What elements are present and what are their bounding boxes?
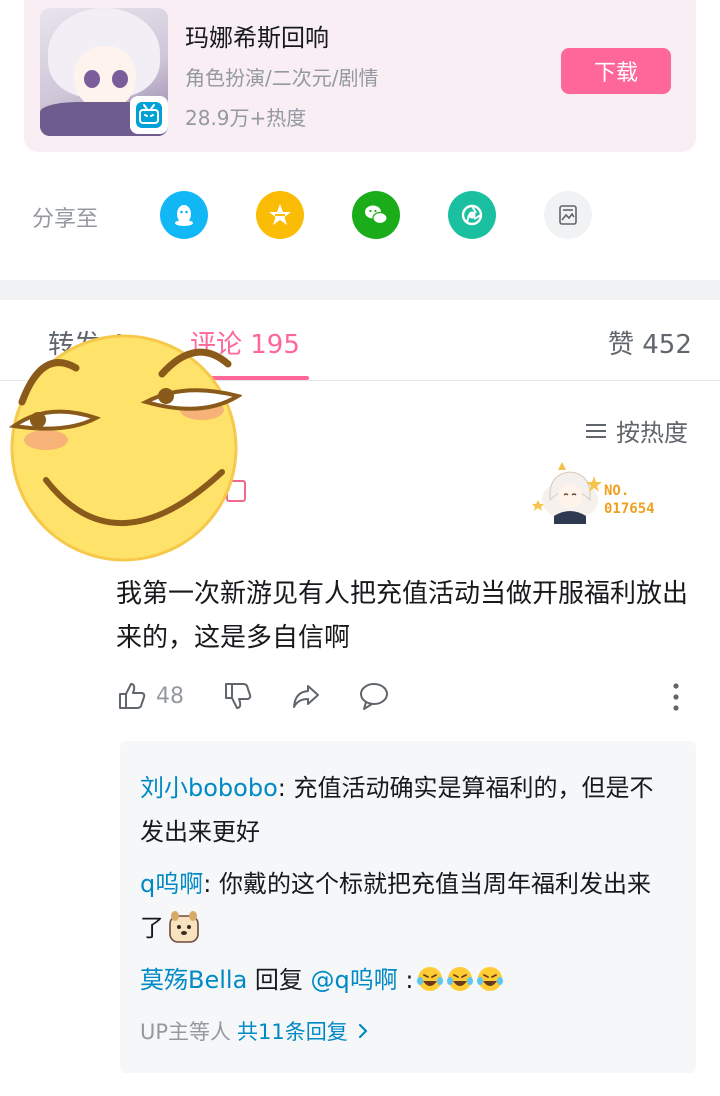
game-title[interactable]: 玛娜希斯回响 — [185, 18, 329, 53]
reply-text: : 你戴的这个标就把充值当周年福利发出来了 — [140, 870, 651, 942]
sort-label: 按热度 — [616, 419, 688, 447]
qzone-icon[interactable] — [256, 191, 304, 239]
thumbs-down-icon — [225, 683, 252, 709]
reply-item[interactable]: 刘小bobobo: 充值活动确实是算福利的，但是不发出来更好 — [140, 766, 670, 854]
grinning-sticker-icon — [8, 334, 242, 562]
like-button[interactable]: 48 — [116, 680, 184, 712]
reply-text: : — [397, 966, 414, 994]
share-comment-button[interactable] — [290, 680, 322, 712]
dog-emoji-icon — [169, 911, 199, 943]
bilibili-tv-icon — [130, 96, 168, 134]
chevron-right-icon — [358, 1023, 367, 1039]
game-heat: 28.9万+热度 — [185, 106, 307, 130]
dislike-button[interactable] — [222, 680, 254, 712]
share-label: 分享至 — [32, 207, 99, 232]
fan-badge-number: NO. 017654 — [604, 483, 655, 517]
reply-username[interactable]: q呜啊 — [140, 870, 203, 898]
reply-username[interactable]: 刘小bobobo — [140, 774, 278, 802]
reply-prefix: 回复 — [247, 966, 311, 994]
laughing-tears-emoji-icon — [416, 967, 443, 991]
share-arrow-icon — [293, 685, 319, 708]
more-replies-link[interactable]: UP主等人 共11条回复 — [140, 1016, 372, 1046]
thumbs-up-icon — [119, 683, 146, 709]
comment-text: 我第一次新游见有人把充值活动当做开服福利放出来的，这是多自信啊 — [116, 579, 689, 653]
download-button[interactable]: 下载 — [561, 48, 671, 94]
qq-icon[interactable] — [160, 191, 208, 239]
tab-likes[interactable]: 赞 452 — [608, 324, 692, 361]
comment-bubble-icon — [360, 683, 388, 710]
reply-item[interactable]: 莫殇Bella 回复 @q呜啊 : — [140, 958, 670, 1002]
wechat-icon[interactable] — [352, 191, 400, 239]
laughing-tears-emoji-icon — [446, 967, 473, 991]
sort-toggle[interactable]: 按热度 — [584, 413, 688, 448]
more-replies-prefix: UP主等人 — [140, 1020, 232, 1044]
game-tags: 角色扮演/二次元/剧情 — [185, 66, 379, 90]
sort-icon — [586, 423, 606, 438]
moments-icon[interactable] — [448, 191, 496, 239]
laughing-tears-emoji-icon — [476, 967, 503, 991]
more-replies-count[interactable]: 共11条回复 — [237, 1016, 348, 1046]
more-options-icon[interactable] — [668, 682, 684, 712]
like-count: 48 — [156, 683, 184, 709]
section-divider — [0, 280, 720, 300]
reply-username[interactable]: 莫殇Bella — [140, 966, 247, 994]
image-share-icon[interactable] — [544, 191, 592, 239]
reply-button[interactable] — [358, 680, 390, 712]
reply-mention[interactable]: @q呜啊 — [311, 966, 398, 994]
reply-item[interactable]: q呜啊: 你戴的这个标就把充值当周年福利发出来了 — [140, 862, 670, 950]
